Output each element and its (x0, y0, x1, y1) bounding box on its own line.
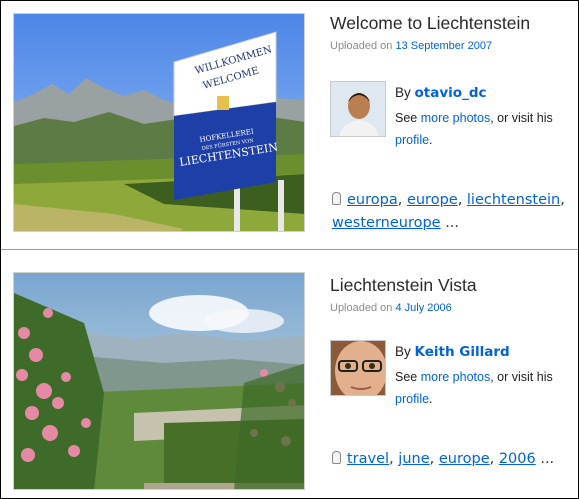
tag-link[interactable]: 2006 (499, 451, 536, 467)
vista-photo (14, 273, 304, 489)
tag-link[interactable]: europe (439, 451, 490, 467)
user-avatar-icon (331, 82, 385, 136)
welcome-sign-photo: WILLKOMMEN WELCOME HOFKELLEREI DES FÜRST… (14, 14, 304, 231)
uploaded-prefix-1: Uploaded on (330, 40, 393, 52)
profile-link-1[interactable]: profile (395, 133, 429, 147)
more-tags-ellipsis: ... (540, 451, 555, 467)
by-prefix-1: By (395, 85, 411, 100)
upload-date-1[interactable]: 13 September 2007 (395, 40, 492, 52)
see-more-1: See more photos, or visit his profile. (395, 107, 553, 151)
profile-link-2[interactable]: profile (395, 392, 429, 406)
photo-thumbnail-2[interactable] (13, 272, 305, 490)
see-prefix-2: See (395, 370, 418, 384)
see-prefix-1: See (395, 111, 418, 125)
photo-title-2[interactable]: Liechtenstein Vista (330, 275, 578, 296)
avatar-2[interactable] (330, 340, 386, 396)
result-info-2: Liechtenstein Vista Uploaded on 4 July 2… (330, 275, 578, 314)
username-link-2[interactable]: Keith Gillard (415, 344, 510, 360)
tag-list-1: europa, europe, liechtenstein, westerneu… (332, 192, 565, 231)
tag-icon (332, 192, 341, 205)
author-line-2: By Keith Gillard (395, 344, 510, 360)
more-photos-link-2[interactable]: more photos (421, 370, 490, 384)
avatar-1[interactable] (330, 81, 386, 137)
period-1: . (429, 133, 433, 147)
result-info-1: Welcome to Liechtenstein Uploaded on 13 … (330, 13, 578, 52)
result-divider (1, 249, 578, 250)
tag-link[interactable]: june (398, 451, 429, 467)
tag-link[interactable]: travel (347, 451, 389, 467)
username-link-1[interactable]: otavio_dc (415, 85, 487, 101)
period-2: . (429, 392, 433, 406)
tag-link[interactable]: westerneurope (332, 215, 441, 231)
tag-link[interactable]: europe (407, 192, 458, 208)
search-results-frame: WILLKOMMEN WELCOME HOFKELLEREI DES FÜRST… (0, 0, 579, 499)
tag-link[interactable]: liechtenstein (467, 192, 560, 208)
author-line-1: By otavio_dc (395, 85, 487, 101)
upload-line-1: Uploaded on 13 September 2007 (330, 40, 578, 52)
tag-icon (332, 451, 341, 464)
user-avatar-icon (331, 341, 385, 395)
tag-link[interactable]: europa (347, 192, 398, 208)
photo-title-1[interactable]: Welcome to Liechtenstein (330, 13, 578, 34)
see-more-2: See more photos, or visit his profile. (395, 366, 553, 410)
tag-list-2: travel, june, europe, 2006 ... (332, 448, 554, 471)
upload-date-2[interactable]: 4 July 2006 (395, 302, 451, 314)
photo-thumbnail-1[interactable]: WILLKOMMEN WELCOME HOFKELLEREI DES FÜRST… (13, 13, 305, 232)
uploaded-prefix-2: Uploaded on (330, 302, 393, 314)
visit-text-2: , or visit his (490, 370, 553, 384)
upload-line-2: Uploaded on 4 July 2006 (330, 302, 578, 314)
more-photos-link-1[interactable]: more photos (421, 111, 490, 125)
visit-text-1: , or visit his (490, 111, 553, 125)
more-tags-ellipsis: ... (445, 215, 460, 231)
by-prefix-2: By (395, 344, 411, 359)
